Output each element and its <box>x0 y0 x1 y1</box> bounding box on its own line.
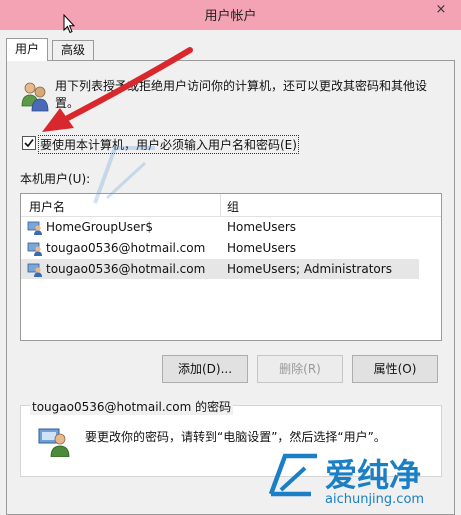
tab-strip: 用户 高级 <box>0 38 461 61</box>
password-change-message: 要更改你的密码，请转到“电脑设置”，然后选择“用户”。 <box>85 430 386 444</box>
close-icon: × <box>435 2 447 17</box>
row-group: HomeUsers; Administrators <box>227 262 392 276</box>
user-icon <box>27 242 42 256</box>
require-login-checkbox[interactable] <box>22 136 36 150</box>
watermark-logo-faint <box>93 146 155 204</box>
watermark-url: aichunjing.com <box>325 492 425 507</box>
users-icon <box>21 82 49 112</box>
tab-advanced[interactable]: 高级 <box>52 40 95 60</box>
local-users-label: 本机用户(U): <box>20 172 91 186</box>
password-group-title: tougao0536@hotmail.com 的密码 <box>30 398 234 415</box>
row-username: tougao0536@hotmail.com <box>46 262 206 276</box>
user-icon <box>27 221 42 235</box>
row-group: HomeUsers <box>227 241 297 255</box>
properties-button[interactable]: 属性(O) <box>352 355 438 383</box>
row-username: tougao0536@hotmail.com <box>46 241 206 255</box>
watermark-logo <box>268 453 317 497</box>
user-password-icon <box>38 428 70 457</box>
table-row[interactable]: tougao0536@hotmail.com HomeUsers; Admini… <box>21 259 419 279</box>
table-row[interactable]: tougao0536@hotmail.com HomeUsers <box>21 238 419 258</box>
checkmark-icon <box>24 139 34 148</box>
add-user-button[interactable]: 添加(D)... <box>162 355 248 383</box>
row-username: HomeGroupUser$ <box>46 220 153 234</box>
remove-user-button[interactable]: 删除(R) <box>257 355 343 383</box>
column-header-username[interactable]: 用户名 <box>29 198 65 215</box>
table-row[interactable]: HomeGroupUser$ HomeUsers <box>21 217 419 237</box>
watermark-brand: 爱纯净 <box>325 456 422 494</box>
tab-users[interactable]: 用户 <box>6 38 49 61</box>
intro-text: 用下列表授予或拒绝用户访问你的计算机，还可以更改其密码和其他设置。 <box>55 79 428 110</box>
user-icon <box>27 263 42 277</box>
row-group: HomeUsers <box>227 220 297 234</box>
mouse-cursor-icon <box>63 14 75 34</box>
close-button[interactable]: × <box>427 0 455 20</box>
